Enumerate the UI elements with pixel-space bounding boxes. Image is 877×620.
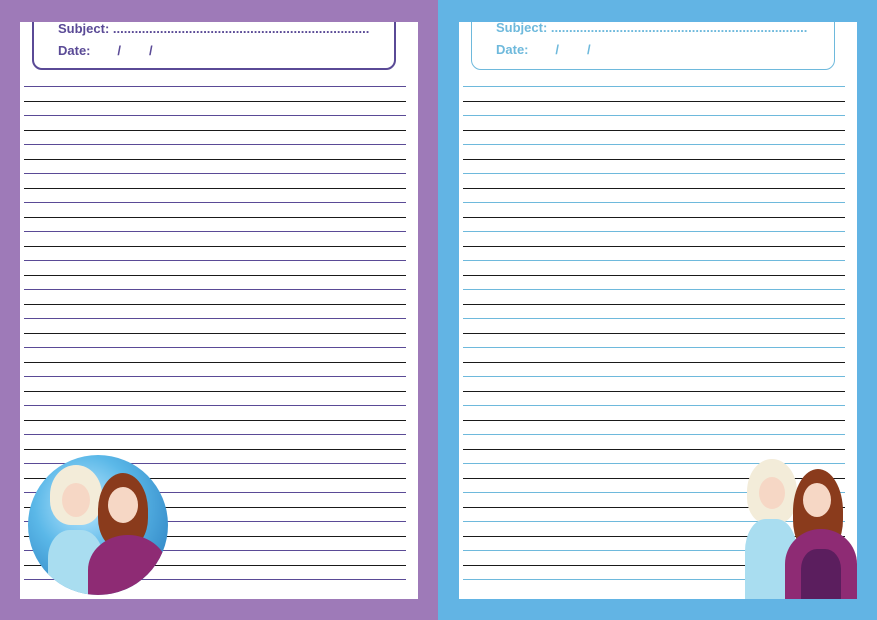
right-subject-label: Subject: ...............................… (496, 22, 808, 35)
right-date-separator: / (555, 42, 559, 57)
ruled-line (24, 361, 406, 363)
ruled-line (463, 405, 845, 406)
ruled-line (24, 274, 406, 276)
ruled-line (463, 289, 845, 290)
ruled-line (24, 129, 406, 131)
ruled-line (463, 347, 845, 348)
right-date-field[interactable]: Date: / / (496, 42, 600, 57)
ruled-line (463, 361, 845, 363)
ruled-line (24, 115, 406, 116)
ruled-line (24, 376, 406, 377)
ruled-line (24, 144, 406, 145)
ruled-line (463, 129, 845, 131)
ruled-line (463, 100, 845, 102)
ruled-line (24, 303, 406, 305)
left-header-box: Subject: ...............................… (32, 22, 396, 70)
ruled-line (463, 187, 845, 189)
ruled-line (463, 318, 845, 319)
left-date-field[interactable]: Date: / / (58, 43, 162, 58)
ruled-line (463, 173, 845, 174)
ruled-line (24, 434, 406, 435)
ruled-line (463, 332, 845, 334)
ruled-line (24, 289, 406, 290)
ruled-line (24, 419, 406, 421)
ruled-line (24, 202, 406, 203)
ruled-line (24, 448, 406, 450)
ruled-line (24, 245, 406, 247)
purple-sheet: Subject: ...............................… (0, 0, 438, 620)
right-date-label: Date: (496, 42, 529, 57)
ruled-line (463, 216, 845, 218)
frozen-character-illustration (717, 459, 857, 599)
ruled-line (463, 202, 845, 203)
left-subject-label: Subject: ...............................… (58, 22, 370, 36)
ruled-line (24, 173, 406, 174)
ruled-line (24, 216, 406, 218)
ruled-line (24, 332, 406, 334)
ruled-line (24, 405, 406, 406)
ruled-line (24, 390, 406, 392)
ruled-line (24, 318, 406, 319)
right-paper: Subject: ...............................… (459, 22, 857, 599)
frozen-character-illustration (28, 455, 168, 595)
ruled-line (24, 187, 406, 189)
left-date-separator: / (148, 43, 153, 58)
ruled-line (463, 115, 845, 116)
ruled-line (463, 86, 845, 87)
ruled-line (24, 86, 406, 87)
ruled-line (24, 158, 406, 160)
ruled-line (463, 245, 845, 247)
ruled-line (463, 434, 845, 435)
ruled-line (463, 448, 845, 450)
ruled-line (463, 303, 845, 305)
blue-sheet: Subject: ...............................… (438, 0, 877, 620)
right-subject-field[interactable]: Subject: ...............................… (496, 22, 807, 35)
left-subject-field[interactable]: Subject: ...............................… (58, 22, 369, 36)
ruled-line (24, 231, 406, 232)
ruled-line (24, 100, 406, 102)
ruled-line (463, 390, 845, 392)
ruled-line (463, 376, 845, 377)
ruled-line (24, 347, 406, 348)
right-date-separator: / (586, 42, 591, 57)
ruled-line (463, 158, 845, 160)
left-date-separator: / (117, 43, 121, 58)
left-date-label: Date: (58, 43, 91, 58)
right-header-box: Subject: ...............................… (471, 22, 835, 70)
ruled-line (463, 419, 845, 421)
ruled-line (463, 260, 845, 261)
ruled-line (24, 260, 406, 261)
ruled-line (463, 231, 845, 232)
left-paper: Subject: ...............................… (20, 22, 418, 599)
ruled-line (463, 274, 845, 276)
ruled-line (463, 144, 845, 145)
